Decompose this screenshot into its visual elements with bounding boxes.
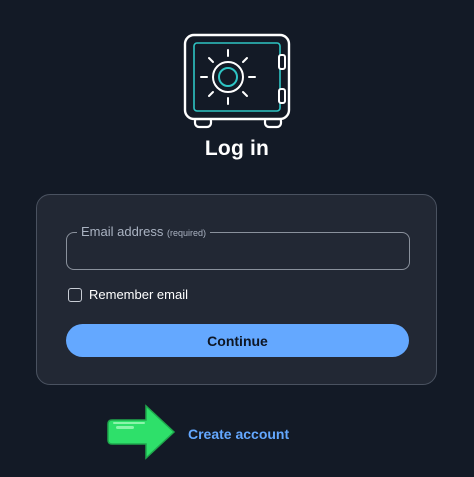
email-label-text: Email address xyxy=(81,224,164,239)
remember-email-toggle[interactable]: Remember email xyxy=(68,287,188,302)
continue-button[interactable]: Continue xyxy=(66,324,409,357)
login-card: Email address (required) Remember email … xyxy=(36,194,437,385)
email-label: Email address (required) xyxy=(77,224,210,241)
vault-safe-icon xyxy=(183,33,291,129)
create-account-link[interactable]: Create account xyxy=(188,426,289,442)
page-title: Log in xyxy=(204,137,270,160)
email-input[interactable] xyxy=(79,255,399,277)
remember-email-checkbox[interactable] xyxy=(68,287,82,302)
green-arrow-icon xyxy=(107,404,176,460)
email-field[interactable]: Email address (required) xyxy=(66,224,410,277)
remember-email-label: Remember email xyxy=(89,287,188,302)
required-hint: (required) xyxy=(167,228,207,238)
